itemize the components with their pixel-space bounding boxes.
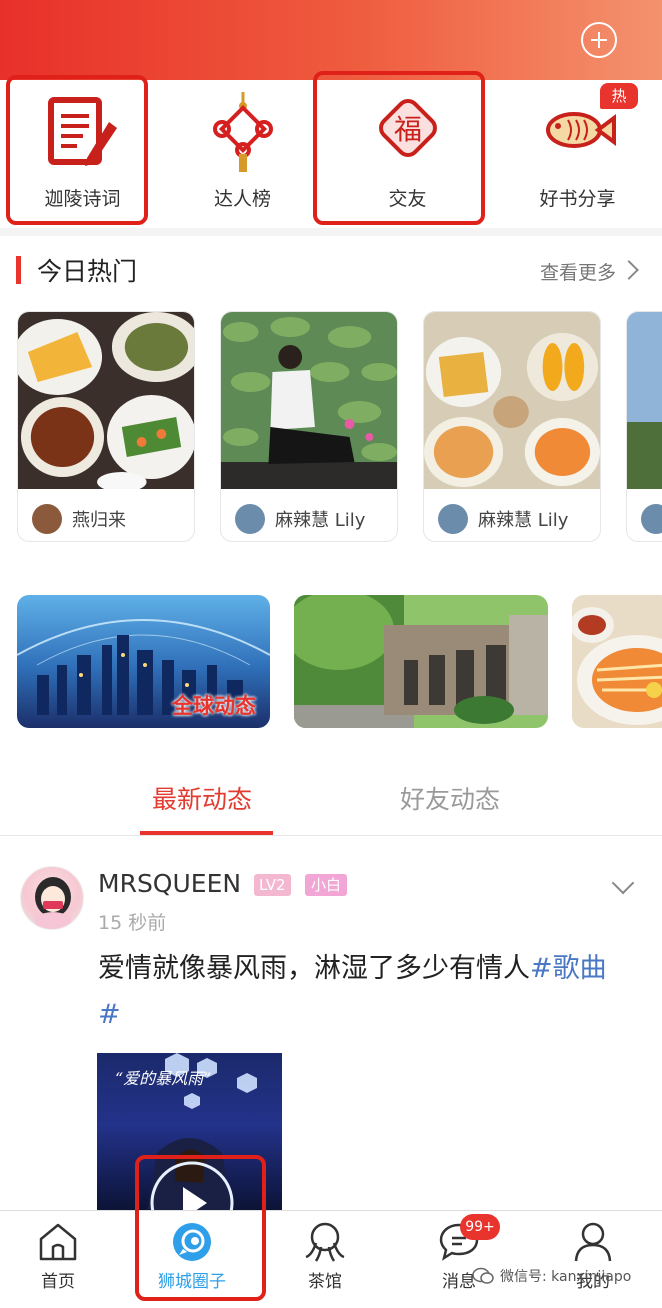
chevron-right-icon[interactable] [619,260,639,280]
card-author: 麻辣慧 Lily [438,504,568,534]
user-icon [574,1222,612,1262]
banner-caption: 全球动态 [172,694,256,718]
wechat-icon [472,1267,494,1284]
tab-latest[interactable]: 最新动态 [152,780,252,816]
post-text: 爱情就像暴风雨，淋湿了多少有情人 [98,953,530,984]
hot-card[interactable] [626,311,662,542]
chevron-down-icon[interactable] [611,871,635,895]
chinese-knot-icon [212,92,273,172]
nav-label: 茶馆 [308,1272,342,1292]
unread-badge: 99+ [460,1214,500,1240]
category-talent-ranking[interactable]: 达人榜 [160,80,325,225]
header-bar [0,0,662,80]
post-time: 15 秒前 [98,912,167,934]
hot-card[interactable]: 麻辣慧 Lily [423,311,601,542]
banner-food[interactable] [572,595,662,728]
watermark: 微信号: kanxinjiapo [472,1266,631,1286]
view-more-link[interactable]: 查看更多 [540,258,616,285]
avatar [32,504,62,534]
food-photo [18,312,194,489]
campus-building-image [294,595,548,728]
highlight-box [6,75,148,225]
card-author: 麻辣慧 Lily [235,504,365,534]
user-tag: 小白 [305,874,348,896]
post-content: 爱情就像暴风雨，淋湿了多少有情人#歌曲# [98,946,628,1038]
author-name: 燕归来 [72,510,126,531]
bottom-tab-bar: 首页 狮城圈子 茶馆 消息 我的 [0,1210,662,1308]
category-label: 好书分享 [539,188,616,210]
highlight-box [135,1155,266,1301]
image-caption: “爱的暴风雨” [115,1069,212,1088]
food-image [572,595,662,728]
card-author: 燕归来 [32,504,126,534]
category-label: 达人榜 [213,188,271,210]
level-badge: LV2 [254,874,291,896]
accent-bar [16,256,21,284]
nav-label: 首页 [41,1272,75,1292]
hot-card[interactable]: 麻辣慧 Lily [220,311,398,542]
feed-tabs: 最新动态 好友动态 [0,760,662,835]
banner-campus[interactable] [294,595,548,728]
post-username[interactable]: MRSQUEEN [98,869,241,898]
avatar [641,504,662,534]
section-title-text: 今日热门 [37,257,138,286]
author-name: 麻辣慧 Lily [478,510,569,531]
food-photo [424,312,600,489]
section-title: 今日热门 [16,254,137,286]
landscape-photo [627,312,662,489]
cartoon-avatar [35,877,71,929]
watermark-text: 微信号: kanxinjiapo [500,1269,632,1285]
teahouse-icon [305,1222,345,1262]
avatar [438,504,468,534]
author-name: 麻辣慧 Lily [275,510,366,531]
avatar[interactable] [20,866,84,930]
banner-global-news[interactable]: 全球动态 [17,595,270,728]
section-separator [0,228,662,236]
highlight-box [313,71,485,225]
avatar [235,504,265,534]
nav-teahouse[interactable]: 茶馆 [270,1211,380,1308]
hot-card[interactable]: 燕归来 [17,311,195,542]
divider [0,835,662,836]
tab-friends[interactable]: 好友动态 [400,780,500,816]
lotus-pond-photo [221,312,397,489]
nav-home[interactable]: 首页 [3,1211,113,1308]
home-icon [39,1223,77,1261]
hot-badge: 热 [600,83,638,109]
nav-profile[interactable]: 我的 [538,1211,648,1308]
add-icon[interactable] [581,22,617,58]
card-author [641,504,662,534]
